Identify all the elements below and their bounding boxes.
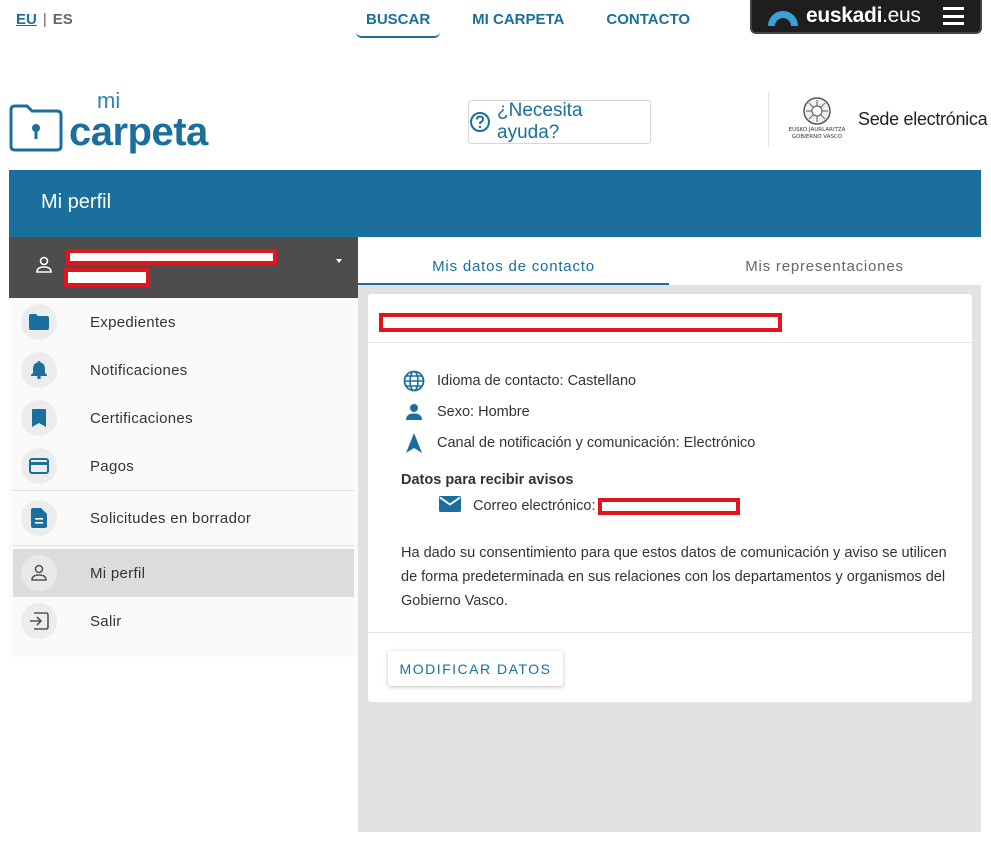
logo-mi-text: mi <box>97 88 121 113</box>
person-icon <box>21 555 57 591</box>
chevron-down-icon[interactable] <box>336 259 342 263</box>
page-title: Mi perfil <box>41 191 112 213</box>
sidebar-item-salir[interactable]: Salir <box>9 597 358 645</box>
credit-card-icon <box>21 448 57 484</box>
folder-lock-icon <box>9 104 63 152</box>
avisos-section-title: Datos para recibir avisos <box>401 472 574 488</box>
logo-carpeta-text: carpeta <box>69 110 208 154</box>
sidebar-item-label: Pagos <box>90 457 135 475</box>
help-button-label: ¿Necesita ayuda? <box>497 100 583 143</box>
folder-icon <box>21 304 57 340</box>
envelope-icon <box>439 496 461 516</box>
sidebar-item-label: Solicitudes en borrador <box>90 509 252 527</box>
nav-contacto[interactable]: CONTACTO <box>596 0 700 38</box>
contact-language-text: Idioma de contacto: Castellano <box>437 372 637 389</box>
navigation-arrow-icon <box>401 432 427 453</box>
sede-electronica-label: Sede electrónica <box>858 108 988 129</box>
contact-language-row: Idioma de contacto: Castellano <box>401 365 972 396</box>
lang-es-link[interactable]: ES <box>53 11 73 28</box>
profile-tabs: Mis datos de contacto Mis representacion… <box>358 237 981 285</box>
sidebar-item-notificaciones[interactable]: Notificaciones <box>9 346 358 394</box>
help-button[interactable]: ¿Necesita ayuda? <box>468 100 651 144</box>
redacted-user-id <box>64 268 150 287</box>
sidebar-item-solicitudes[interactable]: Solicitudes en borrador <box>9 491 358 545</box>
nav-mi-carpeta[interactable]: MI CARPETA <box>462 0 574 38</box>
notification-channel-row: Canal de notificación y comunicación: El… <box>401 427 972 458</box>
sidebar-item-label: Expedientes <box>90 313 176 331</box>
sidebar-item-label: Mi perfil <box>90 564 146 582</box>
mi-carpeta-logo[interactable]: mi carpeta <box>9 90 208 152</box>
document-icon <box>21 500 57 536</box>
sidebar: Expedientes Notificaciones Certificacion… <box>9 237 358 657</box>
language-switcher: EU | ES <box>16 11 73 28</box>
logout-icon <box>21 603 57 639</box>
sidebar-item-expedientes[interactable]: Expedientes <box>9 298 358 346</box>
lang-separator: | <box>42 11 47 28</box>
euskadi-bar[interactable]: euskadi.eus <box>750 0 982 34</box>
sidebar-item-label: Notificaciones <box>90 361 188 379</box>
page-title-banner: Mi perfil <box>9 170 981 237</box>
email-label: Correo electrónico: <box>473 498 596 514</box>
user-icon <box>36 256 52 273</box>
gobierno-vasco-seal-icon: EUSKO JAURLARITZA GOBIERNO VASCO <box>788 96 846 142</box>
modify-data-button[interactable]: MODIFICAR DATOS <box>388 651 563 686</box>
sidebar-item-pagos[interactable]: Pagos <box>9 442 358 490</box>
sidebar-item-certificaciones[interactable]: Certificaciones <box>9 394 358 442</box>
seal-line-1: EUSKO JAURLARITZA <box>788 127 846 133</box>
globe-icon <box>401 370 427 392</box>
seal-line-2: GOBIERNO VASCO <box>791 134 843 140</box>
bell-icon <box>21 352 57 388</box>
question-circle-icon <box>470 112 490 132</box>
sidebar-divider <box>13 545 354 546</box>
card-header <box>368 294 972 343</box>
user-selector[interactable] <box>9 237 358 298</box>
sede-electronica-link[interactable]: EUSKO JAURLARITZA GOBIERNO VASCO Sede el… <box>788 96 988 142</box>
email-row: Correo electrónico: <box>439 496 972 516</box>
nav-buscar[interactable]: BUSCAR <box>356 0 441 38</box>
sidebar-item-label: Salir <box>90 612 122 630</box>
person-icon <box>401 403 427 421</box>
tab-mis-datos-de-contacto[interactable]: Mis datos de contacto <box>358 237 669 285</box>
sidebar-menu: Expedientes Notificaciones Certificacion… <box>9 298 358 645</box>
sex-text: Sexo: Hombre <box>437 403 530 420</box>
main-content: Mis datos de contacto Mis representacion… <box>358 237 981 832</box>
consent-text: Ha dado su consentimiento para que estos… <box>401 545 947 609</box>
lang-eu-link[interactable]: EU <box>16 11 37 28</box>
redacted-email <box>597 497 740 515</box>
euskadi-logo-icon <box>768 11 802 29</box>
tab-mis-representaciones[interactable]: Mis representaciones <box>669 237 980 285</box>
euskadi-brand: euskadi.eus <box>806 4 921 27</box>
bookmark-icon <box>21 400 57 436</box>
sidebar-item-label: Certificaciones <box>90 409 193 427</box>
redacted-user-name <box>66 249 277 265</box>
notification-channel-text: Canal de notificación y comunicación: El… <box>437 434 756 451</box>
top-navigation: BUSCAR MI CARPETA CONTACTO <box>356 0 722 38</box>
sex-row: Sexo: Hombre <box>401 396 972 427</box>
contact-data-card: Idioma de contacto: Castellano Sexo: Hom… <box>368 294 972 702</box>
sidebar-item-mi-perfil[interactable]: Mi perfil <box>13 549 354 597</box>
header-divider <box>768 92 769 147</box>
redacted-card-title <box>379 313 782 332</box>
card-footer: MODIFICAR DATOS <box>368 632 972 702</box>
menu-hamburger-icon[interactable] <box>943 7 964 25</box>
